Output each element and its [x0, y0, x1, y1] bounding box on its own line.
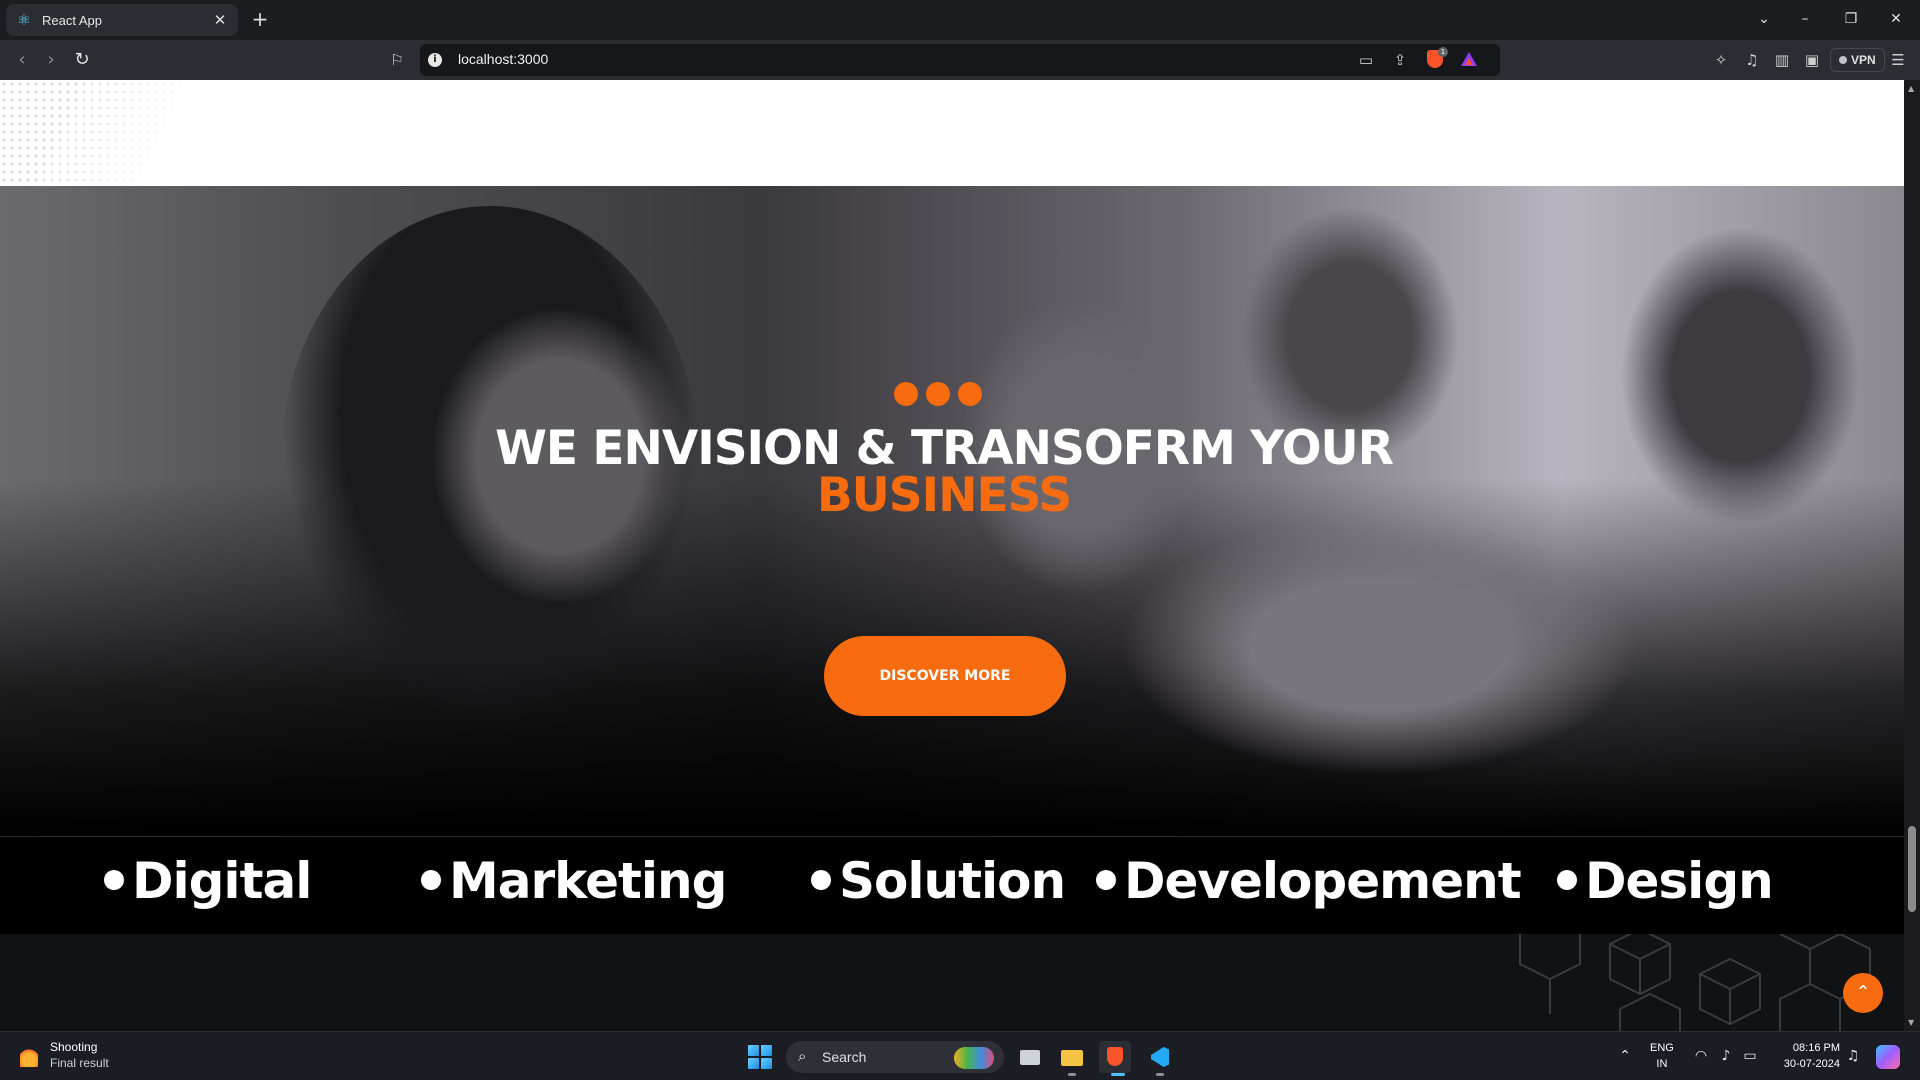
bullet-icon: [1557, 870, 1577, 890]
running-indicator: [1156, 1073, 1164, 1076]
tab-title: React App: [42, 12, 102, 28]
search-icon: ⌕: [798, 1047, 807, 1065]
ticker-item: Developement: [1096, 852, 1522, 910]
ticker-label: Marketing: [449, 852, 727, 910]
running-indicator: [1068, 1073, 1076, 1076]
show-hidden-icons-icon[interactable]: ⌃: [1616, 1046, 1634, 1066]
hero-banner: WE ENVISION & TRANSOFRM YOUR BUSINESS DI…: [0, 186, 1904, 836]
media-icon[interactable]: ♫: [1742, 50, 1762, 70]
close-window-button[interactable]: ✕: [1886, 8, 1906, 30]
hero-headline-accent: BUSINESS: [816, 468, 1072, 523]
search-highlight-icon: [954, 1047, 994, 1069]
dot-pattern-decoration: [0, 80, 260, 186]
scroll-down-arrow-icon[interactable]: ▼: [1908, 1018, 1914, 1027]
start-button[interactable]: [748, 1045, 772, 1069]
vpn-button[interactable]: VPN: [1830, 48, 1885, 72]
wallet-icon[interactable]: ▣: [1802, 50, 1822, 70]
bullet-icon: [811, 870, 831, 890]
clock-date: 30-07-2024: [1783, 1058, 1840, 1070]
bullet-icon: [421, 870, 441, 890]
site-info-icon[interactable]: i: [428, 53, 442, 67]
brave-rewards-icon[interactable]: [1461, 52, 1477, 66]
ticker-item: Digital: [104, 852, 312, 910]
ticker-label: Digital: [132, 852, 312, 910]
vscode-icon[interactable]: [1144, 1041, 1176, 1073]
extensions-icon[interactable]: ✧: [1711, 50, 1731, 70]
ticker-label: Solution: [839, 852, 1066, 910]
services-ticker: Digital Marketing Solution Developement …: [0, 836, 1904, 934]
ticker-label: Developement: [1124, 852, 1522, 910]
browser-tab-bar: ⚛ React App ✕ + ⌄ – ❐ ✕: [0, 0, 1920, 40]
share-icon[interactable]: ⇪: [1390, 50, 1410, 70]
page-viewport: WE ENVISION & TRANSOFRM YOUR BUSINESS DI…: [0, 80, 1904, 1031]
language-indicator[interactable]: ENG IN: [1650, 1040, 1674, 1072]
scroll-to-top-button[interactable]: ⌃: [1843, 973, 1883, 1013]
cast-icon[interactable]: ▭: [1356, 50, 1376, 70]
windows-logo-icon: [748, 1058, 759, 1069]
windows-taskbar: Shooting Final result ⌕ Search ⌃ ENG IN …: [0, 1031, 1920, 1080]
bullet-icon: [104, 870, 124, 890]
ticker-label: Design: [1585, 852, 1774, 910]
orange-dot: [926, 382, 950, 406]
ticker-item: Design: [1557, 852, 1774, 910]
ticker-item: Marketing: [421, 852, 727, 910]
wifi-icon[interactable]: ◠: [1692, 1046, 1710, 1066]
notification-bell-icon[interactable]: ♫: [1844, 1046, 1862, 1066]
address-bar[interactable]: i localhost:3000 ▭ ⇪: [420, 44, 1500, 76]
navbar-area: [0, 80, 1904, 186]
widget-title[interactable]: Shooting: [50, 1040, 97, 1054]
sidebar-icon[interactable]: ▥: [1772, 50, 1792, 70]
windows-logo-icon: [748, 1045, 759, 1056]
scroll-up-arrow-icon[interactable]: ▲: [1908, 84, 1914, 93]
bookmark-icon[interactable]: ⚐: [388, 49, 406, 71]
battery-icon[interactable]: ▭: [1741, 1046, 1759, 1066]
chevron-up-icon: ⌃: [1855, 982, 1871, 1003]
system-clock[interactable]: 08:16 PM 30-07-2024: [1772, 1040, 1840, 1072]
windows-logo-icon: [761, 1045, 772, 1056]
task-view-icon[interactable]: [1014, 1041, 1046, 1073]
volume-icon[interactable]: ♪: [1717, 1046, 1735, 1066]
menu-icon[interactable]: ☰: [1888, 50, 1908, 70]
minimize-button[interactable]: –: [1795, 8, 1815, 30]
ticker-item: Solution: [811, 852, 1066, 910]
windows-logo-icon: [761, 1058, 772, 1069]
clock-time: 08:16 PM: [1792, 1042, 1840, 1054]
orange-dot: [958, 382, 982, 406]
hero-content: WE ENVISION & TRANSOFRM YOUR BUSINESS DI…: [0, 186, 1904, 836]
vpn-status-icon: [1839, 56, 1847, 64]
search-placeholder: Search: [822, 1049, 867, 1065]
restore-button[interactable]: ❐: [1841, 8, 1861, 30]
active-indicator: [1111, 1073, 1125, 1076]
widget-subtitle[interactable]: Final result: [50, 1056, 109, 1070]
new-tab-button[interactable]: +: [248, 8, 272, 30]
tab-react-app[interactable]: ⚛ React App ✕: [6, 4, 238, 36]
copilot-icon[interactable]: [1876, 1045, 1900, 1069]
brave-browser-icon[interactable]: [1099, 1041, 1131, 1073]
hero-dots-decoration: [894, 382, 982, 406]
taskbar-search[interactable]: ⌕ Search: [786, 1041, 1004, 1073]
footer-section: [0, 934, 1904, 1031]
file-explorer-icon[interactable]: [1056, 1041, 1088, 1073]
react-icon: ⚛: [17, 11, 31, 29]
scrollbar-thumb[interactable]: [1908, 826, 1916, 912]
bullet-icon: [1096, 870, 1116, 890]
reload-button[interactable]: ↻: [71, 49, 93, 71]
region-code: IN: [1656, 1058, 1668, 1070]
forward-button[interactable]: ›: [40, 49, 62, 71]
weather-widget-icon[interactable]: [20, 1045, 38, 1067]
shields-badge: 1: [1438, 47, 1448, 57]
tab-search-icon[interactable]: ⌄: [1754, 8, 1774, 30]
cube-pattern-decoration: [1519, 934, 1871, 1031]
language-code: ENG: [1650, 1042, 1674, 1054]
discover-more-button[interactable]: DISCOVER MORE: [824, 636, 1066, 716]
back-button[interactable]: ‹: [11, 49, 33, 71]
url-text[interactable]: localhost:3000: [458, 51, 548, 67]
orange-dot: [894, 382, 918, 406]
close-tab-icon[interactable]: ✕: [212, 11, 228, 29]
vpn-label: VPN: [1851, 53, 1876, 67]
page-scrollbar[interactable]: ▲ ▼: [1904, 80, 1920, 1031]
